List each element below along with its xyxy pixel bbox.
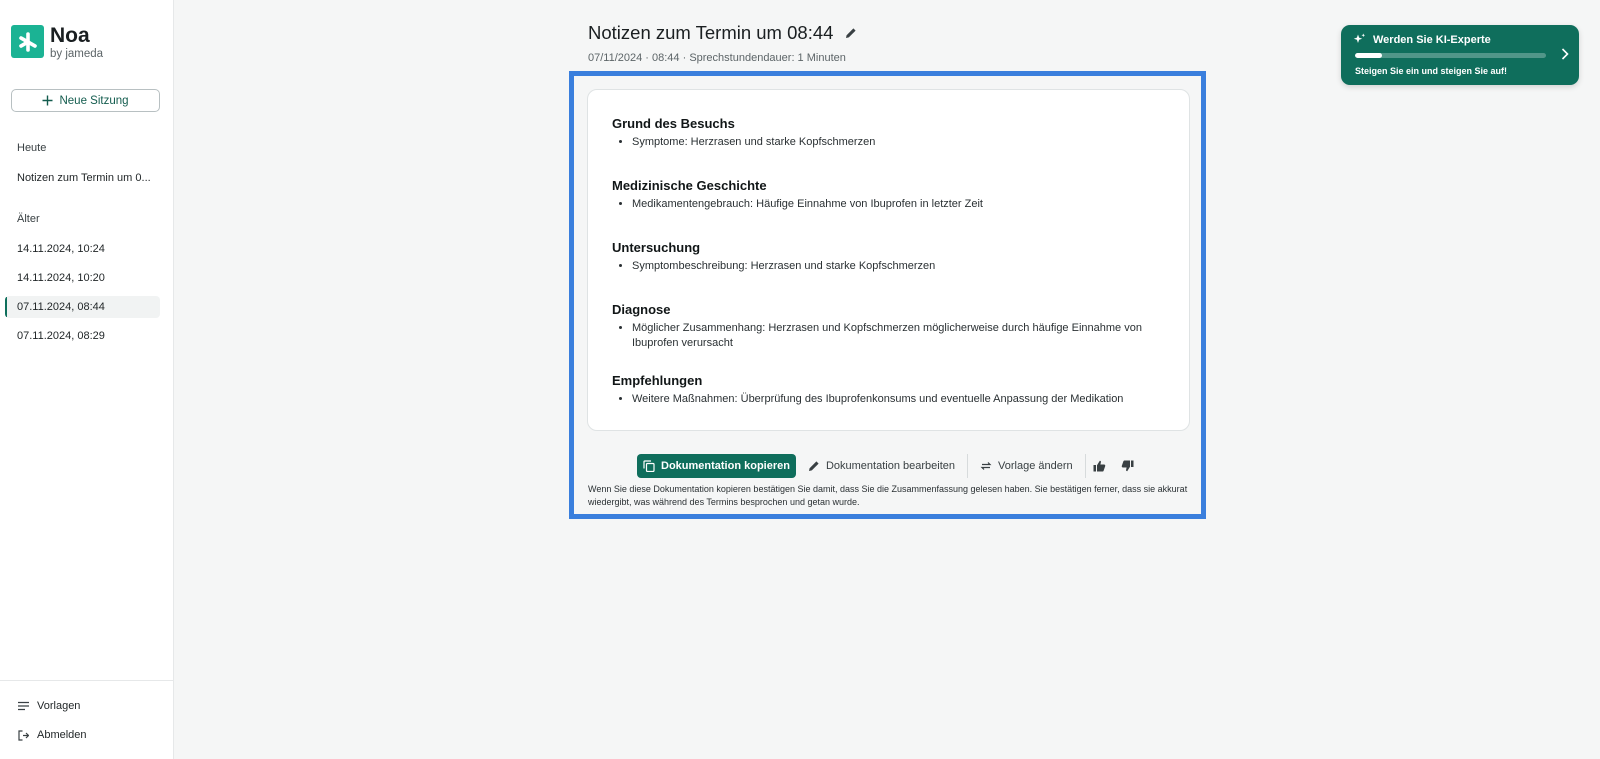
logout-label: Abmelden — [37, 729, 87, 741]
action-bar: Dokumentation kopieren Dokumentation bea… — [637, 454, 1142, 478]
note-section: Untersuchung Symptombeschreibung: Herzra… — [612, 240, 1165, 274]
sidebar-item-session[interactable]: 07.11.2024, 08:29 — [5, 325, 160, 347]
section-label-older: Älter — [17, 213, 40, 225]
logout-icon — [18, 729, 29, 741]
promo-title: Werden Sie KI-Experte — [1373, 33, 1491, 46]
section-item: Weitere Maßnahmen: Überprüfung des Ibupr… — [632, 392, 1165, 407]
app-byline: by jameda — [50, 48, 104, 60]
copy-disclaimer: Wenn Sie diese Dokumentation kopieren be… — [588, 484, 1188, 507]
app-logo[interactable]: Noa by jameda — [11, 25, 103, 62]
sidebar: Noa by jameda Neue Sitzung Heute Notizen… — [0, 0, 174, 759]
noa-logo-icon — [11, 25, 44, 58]
session-meta: 07/11/2024 · 08:44 · Sprechstundendauer:… — [588, 52, 846, 64]
swap-icon — [980, 462, 992, 470]
app-name: Noa — [50, 24, 90, 47]
logout-link[interactable]: Abmelden — [18, 729, 87, 741]
edit-documentation-label: Dokumentation bearbeiten — [825, 460, 955, 472]
section-heading: Diagnose — [612, 302, 671, 317]
thumbs-down-icon — [1121, 460, 1134, 472]
new-session-label: Neue Sitzung — [59, 94, 129, 107]
promo-progress-fill — [1355, 53, 1382, 58]
note-section: Grund des Besuchs Symptome: Herzrasen un… — [612, 116, 1165, 150]
templates-label: Vorlagen — [37, 700, 81, 712]
plus-icon — [42, 95, 53, 106]
templates-link[interactable]: Vorlagen — [18, 700, 80, 712]
section-item: Symptombeschreibung: Herzrasen und stark… — [632, 259, 1165, 274]
note-section: Medizinische Geschichte Medikamentengebr… — [612, 178, 1165, 212]
ki-expert-promo-card[interactable]: Werden Sie KI-Experte Steigen Sie ein un… — [1341, 25, 1579, 85]
chevron-right-icon — [1561, 48, 1569, 60]
pencil-icon — [808, 461, 819, 471]
sparkle-icon — [1353, 33, 1366, 43]
section-label-today: Heute — [17, 142, 47, 154]
section-item: Medikamentengebrauch: Häufige Einnahme v… — [632, 197, 1165, 212]
change-template-label: Vorlage ändern — [998, 460, 1073, 472]
sidebar-footer — [0, 680, 174, 681]
page-title: Notizen zum Termin um 08:44 — [588, 22, 834, 43]
copy-documentation-label: Dokumentation kopieren — [661, 460, 790, 472]
edit-title-pencil-icon[interactable] — [845, 27, 857, 39]
title-row: Notizen zum Termin um 08:44 — [588, 22, 857, 44]
sidebar-item-session[interactable]: 14.11.2024, 10:20 — [5, 267, 160, 289]
note-section: Diagnose Möglicher Zusammenhang: Herzras… — [612, 302, 1165, 351]
change-template-button[interactable]: Vorlage ändern — [968, 454, 1085, 478]
list-icon — [18, 701, 29, 711]
edit-documentation-button[interactable]: Dokumentation bearbeiten — [796, 454, 967, 478]
note-section: Empfehlungen Weitere Maßnahmen: Überprüf… — [612, 373, 1165, 407]
section-heading: Untersuchung — [612, 240, 701, 255]
thumbs-down-button[interactable] — [1114, 454, 1142, 478]
copy-documentation-button[interactable]: Dokumentation kopieren — [637, 454, 796, 478]
section-heading: Grund des Besuchs — [612, 116, 735, 131]
sidebar-item-session-active[interactable]: 07.11.2024, 08:44 — [5, 296, 160, 318]
section-item: Symptome: Herzrasen und starke Kopfschme… — [632, 135, 1165, 150]
promo-subtitle: Steigen Sie ein und steigen Sie auf! — [1355, 66, 1508, 76]
thumbs-up-icon — [1093, 460, 1106, 472]
section-heading: Empfehlungen — [612, 373, 703, 388]
new-session-button[interactable]: Neue Sitzung — [11, 89, 160, 112]
sidebar-item-session[interactable]: Notizen zum Termin um 0... — [5, 167, 160, 189]
section-heading: Medizinische Geschichte — [612, 178, 767, 193]
copy-icon — [643, 460, 655, 472]
promo-progress-bar — [1355, 53, 1546, 58]
sidebar-item-session[interactable]: 14.11.2024, 10:24 — [5, 238, 160, 260]
thumbs-up-button[interactable] — [1086, 454, 1114, 478]
note-card: Grund des Besuchs Symptome: Herzrasen un… — [587, 89, 1190, 431]
section-item: Möglicher Zusammenhang: Herzrasen und Ko… — [632, 321, 1165, 351]
